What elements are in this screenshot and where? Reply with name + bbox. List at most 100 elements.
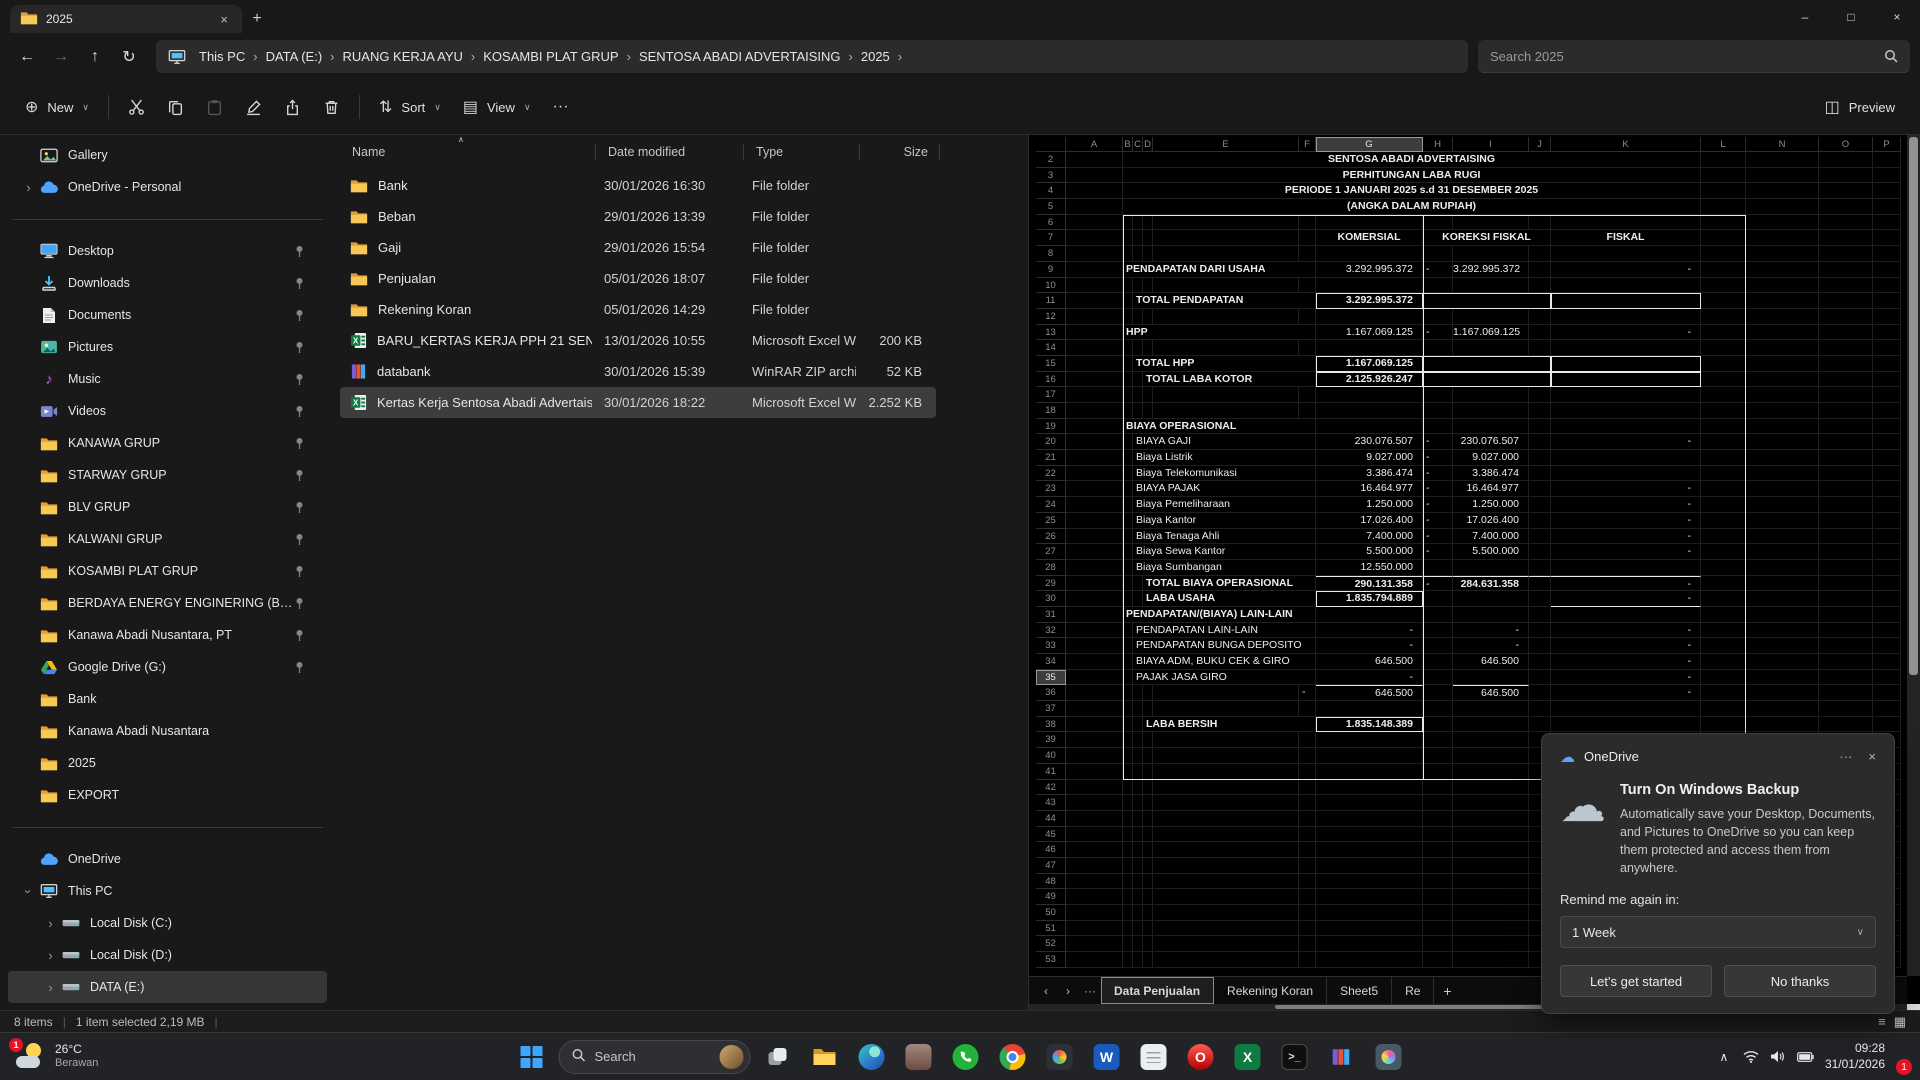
file-row[interactable]: Beban29/01/2026 13:39File folder: [340, 201, 936, 232]
file-row[interactable]: Bank30/01/2026 16:30File folder: [340, 170, 936, 201]
more-options-button[interactable]: ···: [542, 89, 580, 125]
sidebar-item[interactable]: Kanawa Abadi Nusantara: [8, 715, 327, 747]
sidebar-item[interactable]: ♪Music: [8, 363, 327, 395]
sheet-tab[interactable]: Sheet5: [1327, 977, 1392, 1004]
minimize-button[interactable]: –: [1782, 0, 1828, 33]
taskbar-search[interactable]: Search: [559, 1040, 751, 1074]
sort-button[interactable]: ⇅ Sort ∨: [368, 89, 452, 125]
file-row[interactable]: Rekening Koran05/01/2026 14:29File folde…: [340, 294, 936, 325]
taskbar-app-photos[interactable]: [1040, 1037, 1080, 1077]
sidebar-item[interactable]: OneDrive: [8, 843, 327, 875]
taskbar-app-whatsapp[interactable]: [946, 1037, 986, 1077]
preview-toggle-button[interactable]: ◫ Preview: [1814, 89, 1906, 125]
sheet-tab[interactable]: Rekening Koran: [1214, 977, 1327, 1004]
forward-button[interactable]: →: [44, 41, 78, 73]
sidebar-item[interactable]: EXPORT: [8, 779, 327, 811]
scrollbar-thumb[interactable]: [1909, 137, 1918, 675]
rename-button[interactable]: [234, 89, 273, 125]
chevron-up-icon[interactable]: ∧: [1716, 1050, 1732, 1064]
taskbar-app-winrar[interactable]: [1322, 1037, 1362, 1077]
details-view-icon[interactable]: ≡: [1878, 1014, 1886, 1030]
breadcrumb-item[interactable]: SENTOSA ABADI ADVERTAISING: [632, 46, 848, 67]
taskbar-app-excel[interactable]: X: [1228, 1037, 1268, 1077]
remind-select[interactable]: 1 Week ∨: [1560, 916, 1876, 948]
taskbar-app-word[interactable]: W: [1087, 1037, 1127, 1077]
new-tab-button[interactable]: +: [242, 5, 272, 33]
vertical-scrollbar[interactable]: [1907, 135, 1920, 976]
start-button[interactable]: [512, 1037, 552, 1077]
sidebar-item[interactable]: ›This PC: [8, 875, 327, 907]
sheet-nav-icon[interactable]: ‹: [1035, 984, 1057, 998]
search-input[interactable]: Search 2025: [1478, 40, 1910, 73]
copy-button[interactable]: [156, 89, 195, 125]
notification-badge[interactable]: 1: [1896, 1059, 1912, 1075]
breadcrumb-item[interactable]: This PC: [192, 46, 252, 67]
taskbar-app-terminal[interactable]: >_: [1275, 1037, 1315, 1077]
sidebar-item[interactable]: ›Local Disk (C:): [8, 907, 327, 939]
sheet-tab[interactable]: Re: [1392, 977, 1434, 1004]
file-row[interactable]: databank30/01/2026 15:39WinRAR ZIP archi…: [340, 356, 936, 387]
sidebar-item[interactable]: STARWAY GRUP: [8, 459, 327, 491]
sheet-tab[interactable]: Data Penjualan: [1101, 977, 1214, 1004]
sidebar-item[interactable]: Bank: [8, 683, 327, 715]
taskbar-app-chrome[interactable]: [993, 1037, 1033, 1077]
file-row[interactable]: Penjualan05/01/2026 18:07File folder: [340, 263, 936, 294]
breadcrumb-item[interactable]: 2025: [854, 46, 897, 67]
sidebar-item[interactable]: Gallery: [8, 139, 327, 171]
sidebar-item[interactable]: Downloads: [8, 267, 327, 299]
popup-close-icon[interactable]: ×: [1868, 749, 1876, 764]
sheet-nav-icon[interactable]: ›: [1057, 984, 1079, 998]
battery-icon[interactable]: [1797, 1052, 1814, 1062]
sidebar-item[interactable]: Google Drive (G:): [8, 651, 327, 683]
sidebar-item[interactable]: Pictures: [8, 331, 327, 363]
file-row[interactable]: XBARU_KERTAS KERJA PPH 21 SENTOSA A...13…: [340, 325, 936, 356]
breadcrumb-item[interactable]: RUANG KERJA AYU: [336, 46, 470, 67]
wifi-icon[interactable]: [1743, 1050, 1759, 1063]
breadcrumb-item[interactable]: KOSAMBI PLAT GRUP: [476, 46, 625, 67]
explorer-tab[interactable]: 2025 ×: [10, 5, 242, 33]
popup-more-icon[interactable]: ···: [1839, 749, 1852, 764]
share-button[interactable]: [273, 89, 312, 125]
taskbar-app-archive-box[interactable]: [899, 1037, 939, 1077]
sidebar-item[interactable]: KALWANI GRUP: [8, 523, 327, 555]
add-sheet-icon[interactable]: +: [1434, 983, 1460, 999]
column-header-size[interactable]: Size: [860, 137, 940, 167]
column-header-name[interactable]: ∧ Name: [340, 137, 596, 167]
maximize-button[interactable]: □: [1828, 0, 1874, 33]
view-button[interactable]: ▤ View ∨: [452, 89, 542, 125]
no-thanks-button[interactable]: No thanks: [1724, 965, 1876, 997]
up-button[interactable]: ↑: [78, 41, 112, 73]
taskbar-app-opera[interactable]: O: [1181, 1037, 1221, 1077]
sidebar-item[interactable]: 2025: [8, 747, 327, 779]
column-header-type[interactable]: Type: [744, 137, 860, 167]
taskbar-app-edge[interactable]: [852, 1037, 892, 1077]
taskbar-app-file-explorer[interactable]: [805, 1037, 845, 1077]
sidebar-item[interactable]: ›DATA (E:): [8, 971, 327, 1003]
taskbar-app-paint[interactable]: [1369, 1037, 1409, 1077]
column-header-date[interactable]: Date modified: [596, 137, 744, 167]
sidebar-item[interactable]: BERDAYA ENERGY ENGINERING (BEE) GRUP: [8, 587, 327, 619]
volume-icon[interactable]: [1770, 1050, 1786, 1063]
sidebar-item[interactable]: Documents: [8, 299, 327, 331]
sidebar-item[interactable]: KOSAMBI PLAT GRUP: [8, 555, 327, 587]
breadcrumb-item[interactable]: DATA (E:): [259, 46, 330, 67]
close-tab-icon[interactable]: ×: [216, 12, 232, 27]
sidebar-item[interactable]: Desktop: [8, 235, 327, 267]
sheet-nav-icon[interactable]: ···: [1079, 984, 1101, 998]
refresh-button[interactable]: ↻: [112, 41, 146, 73]
paste-button[interactable]: [195, 89, 234, 125]
sidebar-item[interactable]: KANAWA GRUP: [8, 427, 327, 459]
sidebar-item[interactable]: Kanawa Abadi Nusantara, PT: [8, 619, 327, 651]
sidebar-item[interactable]: Videos: [8, 395, 327, 427]
taskbar-app-notepad[interactable]: [1134, 1037, 1174, 1077]
get-started-button[interactable]: Let's get started: [1560, 965, 1712, 997]
sidebar-item[interactable]: ›Local Disk (D:): [8, 939, 327, 971]
delete-button[interactable]: [312, 89, 351, 125]
weather-widget[interactable]: 1 26°C Berawan: [2, 1033, 110, 1080]
breadcrumb-bar[interactable]: This PC›DATA (E:)›RUANG KERJA AYU›KOSAMB…: [156, 40, 1468, 73]
close-button[interactable]: ×: [1874, 0, 1920, 33]
sidebar-item[interactable]: BLV GRUP: [8, 491, 327, 523]
file-row[interactable]: XKertas Kerja Sentosa Abadi Advertaising…: [340, 387, 936, 418]
back-button[interactable]: ←: [10, 41, 44, 73]
taskbar-app-task-view[interactable]: [758, 1037, 798, 1077]
